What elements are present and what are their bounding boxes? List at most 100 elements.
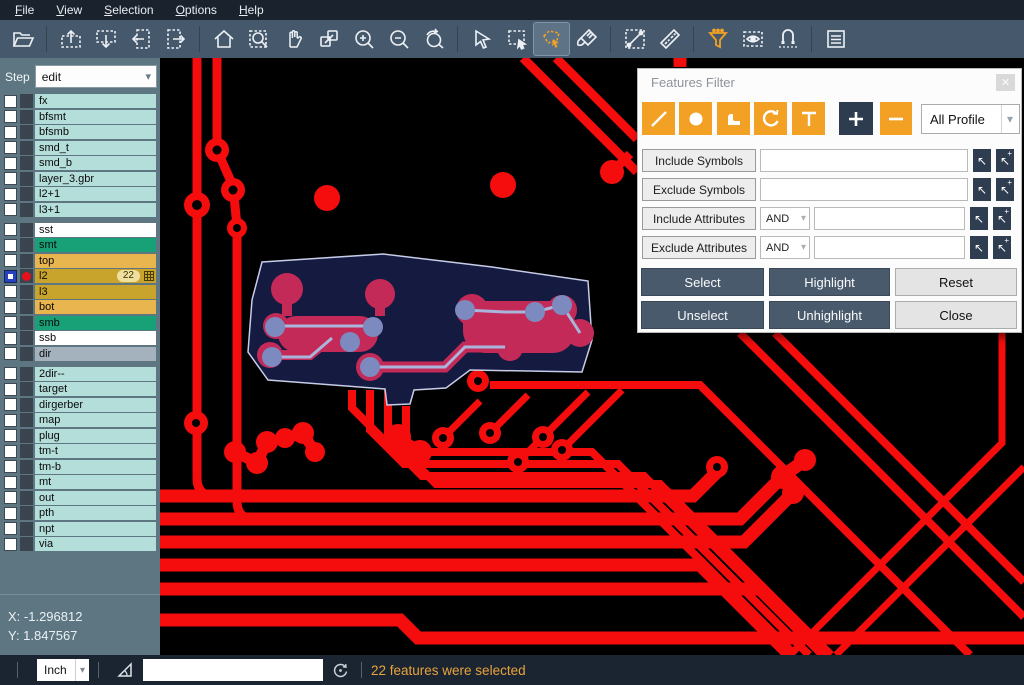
profile-select[interactable]: All Profile ▾ — [921, 104, 1020, 134]
layer-active-cell[interactable] — [20, 223, 33, 237]
layer-visibility-checkbox[interactable] — [4, 254, 17, 267]
layer-visibility-checkbox[interactable] — [4, 398, 17, 411]
layer-active-cell[interactable] — [20, 254, 33, 268]
layer-label[interactable]: tm-b — [35, 460, 156, 474]
layer-row-smd_b[interactable]: smd_b — [0, 156, 160, 170]
layer-label[interactable]: 2dir-- — [35, 367, 156, 381]
menu-selection[interactable]: Selection — [93, 1, 164, 20]
layer-row-l2+1[interactable]: l2+1 — [0, 187, 160, 201]
layer-visibility-checkbox[interactable] — [4, 285, 17, 298]
layer-active-cell[interactable] — [20, 125, 33, 139]
layer-visibility-checkbox[interactable] — [4, 538, 17, 551]
unit-select[interactable]: Inch ▾ — [37, 659, 89, 681]
layer-row-dirgerber[interactable]: dirgerber — [0, 398, 160, 412]
layer-label[interactable]: via — [35, 537, 156, 551]
select-pointer-icon[interactable] — [464, 23, 499, 55]
layer-active-cell[interactable] — [20, 347, 33, 361]
layer-label[interactable]: ssb — [35, 331, 156, 345]
layer-label[interactable]: out — [35, 491, 156, 505]
layer-visibility-checkbox[interactable] — [4, 223, 17, 236]
pick-attribute-icon[interactable]: ↖ — [970, 207, 988, 230]
layer-label[interactable]: dir — [35, 347, 156, 361]
line-feature-button[interactable] — [642, 102, 675, 135]
home-view-icon[interactable] — [206, 23, 241, 55]
remove-filter-button[interactable] — [880, 102, 912, 135]
layer-label[interactable]: l2+1 — [35, 187, 156, 201]
layer-label[interactable]: smt — [35, 238, 156, 252]
pick-add-attribute-icon[interactable]: ↖+ — [993, 207, 1011, 230]
layer-active-cell[interactable] — [20, 506, 33, 520]
layer-row-tm-b[interactable]: tm-b — [0, 460, 160, 474]
select-button[interactable]: Select — [641, 268, 764, 296]
layer-label[interactable]: l3 — [35, 285, 156, 299]
layer-row-dir[interactable]: dir — [0, 347, 160, 361]
pan-left-icon[interactable] — [123, 23, 158, 55]
layer-label[interactable]: npt — [35, 522, 156, 536]
layer-row-layer_3.gbr[interactable]: layer_3.gbr — [0, 172, 160, 186]
pan-down-icon[interactable] — [88, 23, 123, 55]
layer-visibility-checkbox[interactable] — [4, 460, 17, 473]
layer-visibility-checkbox[interactable] — [4, 445, 17, 458]
open-icon[interactable] — [5, 23, 40, 55]
layer-row-l2[interactable]: l222 — [0, 269, 160, 283]
layer-active-cell[interactable] — [20, 94, 33, 108]
pick-add-attribute-icon[interactable]: ↖+ — [993, 236, 1011, 259]
exclude-attributes-button[interactable]: Exclude Attributes — [642, 236, 756, 259]
layer-visibility-checkbox[interactable] — [4, 126, 17, 139]
menu-file[interactable]: File — [4, 1, 45, 20]
include-attributes-input[interactable] — [814, 207, 965, 230]
include-attributes-operator-select[interactable]: AND ▾ — [760, 207, 810, 230]
layer-label[interactable]: top — [35, 254, 156, 268]
menu-help[interactable]: Help — [228, 1, 275, 20]
exclude-attributes-operator-select[interactable]: AND ▾ — [760, 236, 810, 259]
layer-label[interactable]: smb — [35, 316, 156, 330]
add-filter-button[interactable] — [839, 102, 873, 135]
layer-row-l3[interactable]: l3 — [0, 285, 160, 299]
features-filter-icon[interactable] — [700, 23, 735, 55]
unhighlight-button[interactable]: Unhighlight — [769, 301, 890, 329]
layer-active-cell[interactable] — [20, 460, 33, 474]
layer-row-pth[interactable]: pth — [0, 506, 160, 520]
command-input[interactable] — [143, 659, 323, 681]
menu-view[interactable]: View — [45, 1, 93, 20]
layer-label[interactable]: dirgerber — [35, 398, 156, 412]
layer-active-cell[interactable] — [20, 491, 33, 505]
polygon-select-icon[interactable] — [534, 23, 569, 55]
layer-visibility-checkbox[interactable] — [4, 141, 17, 154]
layer-label[interactable]: l3+1 — [35, 203, 156, 217]
layer-row-sst[interactable]: sst — [0, 223, 160, 237]
reset-button[interactable]: Reset — [895, 268, 1017, 296]
active-layer-dot[interactable] — [20, 269, 33, 283]
zoom-dynamic-icon[interactable] — [311, 23, 346, 55]
layer-row-bot[interactable]: bot — [0, 300, 160, 314]
layers-panel-icon[interactable] — [818, 23, 853, 55]
layer-label[interactable]: tm-t — [35, 444, 156, 458]
layer-label[interactable]: bfsmt — [35, 110, 156, 124]
layer-label[interactable]: smd_b — [35, 156, 156, 170]
exclude-symbols-input[interactable] — [760, 178, 968, 201]
layer-row-smd_t[interactable]: smd_t — [0, 141, 160, 155]
pick-add-symbol-icon[interactable]: ↖+ — [996, 178, 1014, 201]
layer-visibility-checkbox[interactable] — [4, 188, 17, 201]
zoom-out-icon[interactable] — [381, 23, 416, 55]
layer-visibility-checkbox[interactable] — [4, 157, 17, 170]
layer-active-cell[interactable] — [20, 367, 33, 381]
close-button[interactable]: Close — [895, 301, 1017, 329]
layer-active-cell[interactable] — [20, 300, 33, 314]
layer-active-cell[interactable] — [20, 522, 33, 536]
highlight-button[interactable]: Highlight — [769, 268, 890, 296]
layer-visibility-checkbox[interactable] — [4, 110, 17, 123]
layer-visibility-checkbox[interactable] — [4, 172, 17, 185]
unselect-button[interactable]: Unselect — [641, 301, 764, 329]
layer-label[interactable]: pth — [35, 506, 156, 520]
pick-symbol-icon[interactable]: ↖ — [973, 178, 991, 201]
layer-visibility-checkbox[interactable] — [4, 347, 17, 360]
layer-row-map[interactable]: map — [0, 413, 160, 427]
layer-active-cell[interactable] — [20, 110, 33, 124]
layer-label[interactable]: map — [35, 413, 156, 427]
layer-row-npt[interactable]: npt — [0, 522, 160, 536]
layer-row-2dir--[interactable]: 2dir-- — [0, 367, 160, 381]
arc-feature-button[interactable] — [754, 102, 787, 135]
layer-active-cell[interactable] — [20, 172, 33, 186]
pan-hand-icon[interactable] — [276, 23, 311, 55]
